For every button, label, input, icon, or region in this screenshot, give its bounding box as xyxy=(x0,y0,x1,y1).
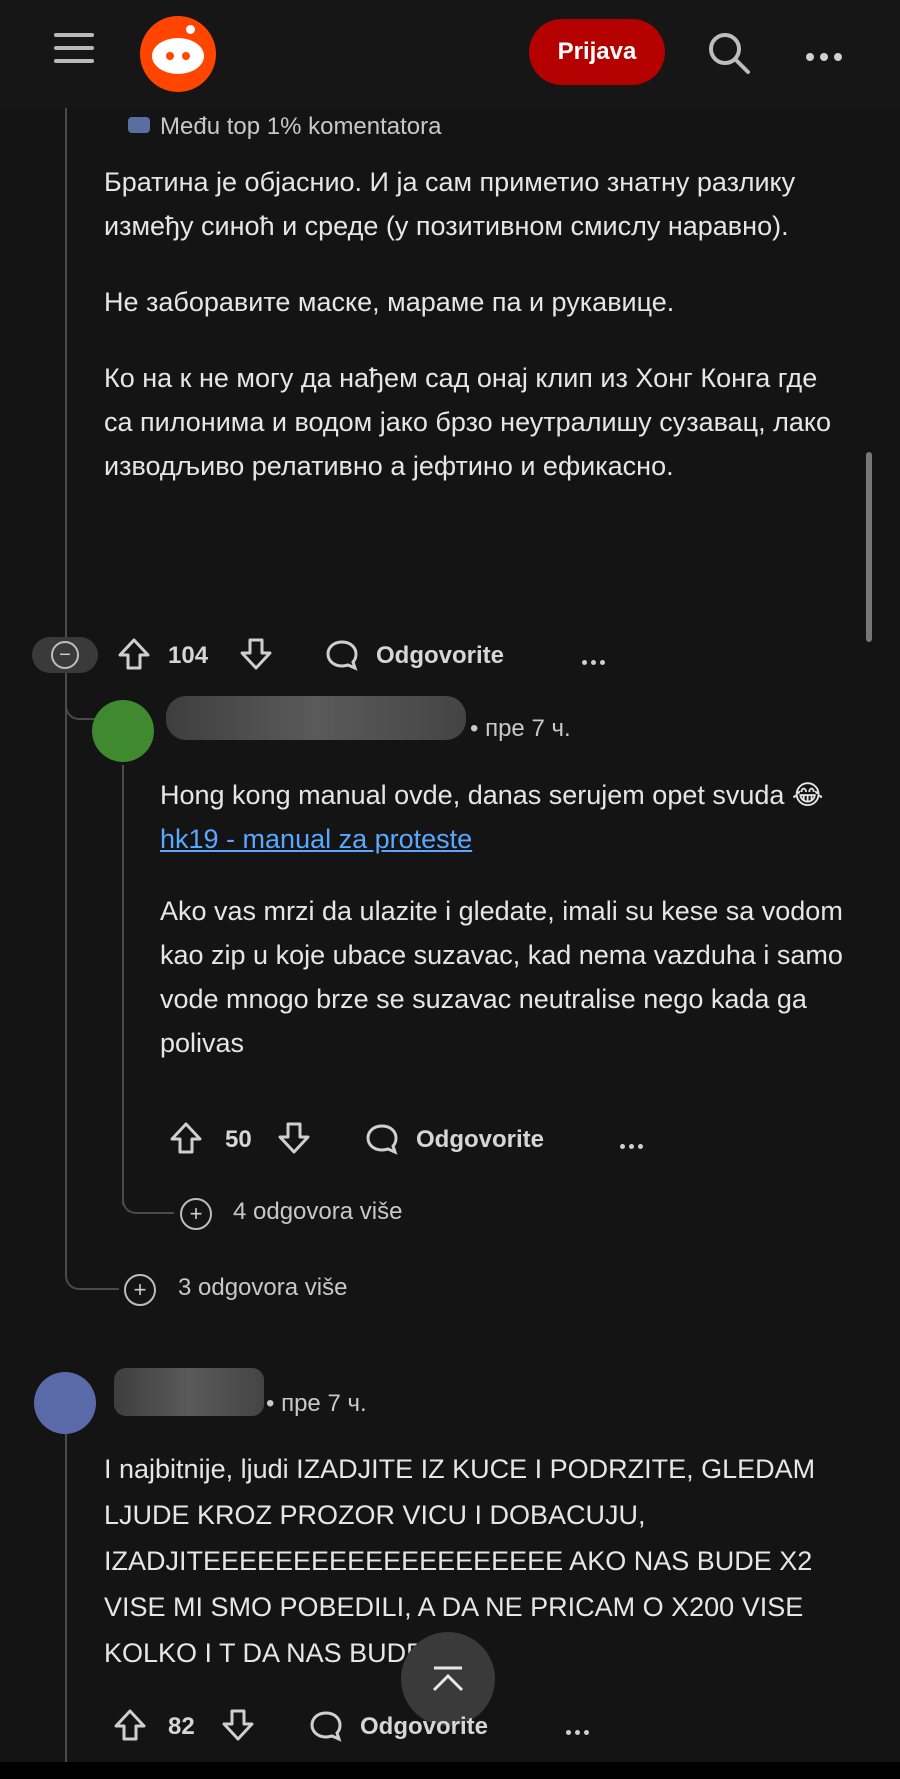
username-blurred[interactable] xyxy=(166,696,466,740)
more-replies-link[interactable]: 3 odgovora više xyxy=(178,1274,347,1302)
more-horizontal-icon[interactable] xyxy=(806,48,846,66)
thread-line[interactable] xyxy=(122,765,124,1205)
thread-line[interactable] xyxy=(65,670,67,1270)
more-options-icon[interactable] xyxy=(566,1722,593,1740)
comment-bubble-icon[interactable] xyxy=(324,637,360,673)
reply-connector xyxy=(122,1190,174,1214)
time-text: пре 7 ч. xyxy=(485,715,571,742)
reddit-logo[interactable] xyxy=(140,16,216,92)
thread-line[interactable] xyxy=(65,108,67,648)
avatar[interactable] xyxy=(92,700,154,762)
time-text: пре 7 ч. xyxy=(281,1390,367,1417)
reply-button[interactable]: Odgovorite xyxy=(416,1126,544,1154)
top-commenter-badge: Među top 1% komentatora xyxy=(160,113,442,140)
bottom-bar xyxy=(0,1762,900,1779)
comment-bubble-icon[interactable] xyxy=(364,1121,400,1157)
comment-body-1: Братина је објаснио. И ја сам приметио з… xyxy=(104,160,844,488)
downvote-icon[interactable] xyxy=(276,1120,312,1156)
upvote-icon[interactable] xyxy=(112,1707,148,1743)
collapse-button[interactable]: − xyxy=(32,637,98,673)
reply-connector xyxy=(65,1262,119,1290)
vote-count: 50 xyxy=(225,1126,252,1153)
comment-time: • пре 7 ч. xyxy=(470,715,571,742)
hamburger-icon[interactable] xyxy=(54,33,94,63)
search-icon[interactable] xyxy=(706,30,752,76)
comment-paragraph: Братина је објаснио. И ја сам приметио з… xyxy=(104,167,796,241)
username-blurred[interactable] xyxy=(114,1368,264,1416)
expand-plus-icon[interactable]: + xyxy=(180,1198,212,1230)
downvote-icon[interactable] xyxy=(238,636,274,672)
vote-count: 82 xyxy=(168,1713,195,1740)
reply-button[interactable]: Odgovorite xyxy=(376,642,504,670)
top-bar xyxy=(0,0,900,108)
thread-line[interactable] xyxy=(65,1430,67,1775)
more-replies-link[interactable]: 4 odgovora više xyxy=(233,1198,402,1226)
reply-button[interactable]: Odgovorite xyxy=(360,1713,488,1741)
login-button[interactable]: Prijava xyxy=(529,19,665,85)
comment-paragraph: Не заборавите маске, мараме па и рукавиц… xyxy=(104,287,675,317)
badge-icon xyxy=(128,117,150,133)
comment-paragraph: Ako vas mrzi da ulazite i gledate, imali… xyxy=(160,896,843,1058)
chevron-up-icon xyxy=(432,1666,464,1692)
more-options-icon[interactable] xyxy=(620,1136,647,1154)
upvote-icon[interactable] xyxy=(116,636,152,672)
manual-link[interactable]: hk19 - manual za proteste xyxy=(160,824,472,854)
comment-text: Hong kong manual ovde, danas serujem ope… xyxy=(160,780,792,810)
comment-bubble-icon[interactable] xyxy=(308,1708,344,1744)
comment-paragraph: Ко на к не могу да нађем сад онај клип и… xyxy=(104,363,832,481)
avatar[interactable] xyxy=(34,1372,96,1434)
expand-plus-icon[interactable]: + xyxy=(124,1274,156,1306)
comment-paragraph: Hong kong manual ovde, danas serujem ope… xyxy=(160,773,850,861)
reply-connector xyxy=(65,690,97,720)
downvote-icon[interactable] xyxy=(220,1707,256,1743)
scroll-to-top-button[interactable] xyxy=(401,1632,495,1726)
laughing-emoji-icon: 😂 xyxy=(791,780,824,810)
minus-icon: − xyxy=(51,641,79,669)
vote-count: 104 xyxy=(168,642,209,669)
more-options-icon[interactable] xyxy=(582,652,609,670)
comment-body-2: Hong kong manual ovde, danas serujem ope… xyxy=(160,773,850,1065)
comment-time: • пре 7 ч. xyxy=(266,1390,367,1417)
upvote-icon[interactable] xyxy=(168,1120,204,1156)
scrollbar[interactable] xyxy=(866,452,872,642)
